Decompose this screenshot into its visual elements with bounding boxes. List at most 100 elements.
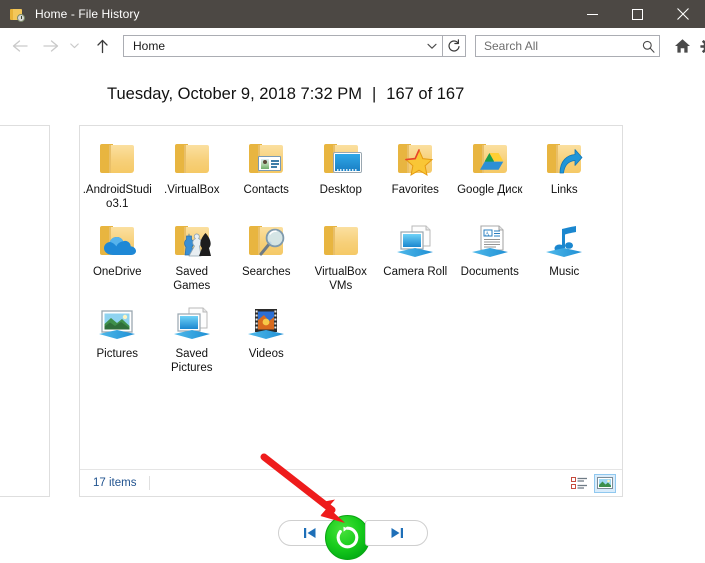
- folder-icon: [540, 138, 588, 180]
- list-item[interactable]: .VirtualBox: [155, 134, 230, 216]
- folder-icon: [466, 138, 514, 180]
- list-item[interactable]: Camera Roll: [378, 216, 453, 298]
- folder-icon: [93, 220, 141, 262]
- list-item-label: Contacts: [243, 184, 289, 196]
- address-chevron-down-icon[interactable]: [422, 43, 442, 50]
- next-icon: [391, 528, 403, 538]
- next-version-button[interactable]: [365, 520, 428, 546]
- version-header: Tuesday, October 9, 2018 7:32 PM | 167 of …: [107, 85, 464, 104]
- view-mode-buttons: [568, 473, 616, 493]
- list-item[interactable]: Favorites: [378, 134, 453, 216]
- folder-icon: [317, 138, 365, 180]
- restore-button[interactable]: [325, 515, 370, 560]
- list-item[interactable]: Saved Games: [155, 216, 230, 298]
- folder-icon: [93, 138, 141, 180]
- folder-history-icon: [9, 6, 25, 22]
- star-icon: [404, 148, 434, 177]
- version-datetime: Tuesday, October 9, 2018 7:32 PM: [107, 85, 362, 103]
- item-count-label: 17 items: [93, 477, 137, 489]
- forward-button[interactable]: [38, 34, 62, 58]
- status-divider: [149, 476, 151, 490]
- list-item-label: Favorites: [391, 184, 439, 196]
- cloud-icon: [104, 236, 137, 256]
- folder-icon: [242, 220, 290, 262]
- list-item-label: Videos: [248, 348, 284, 360]
- refresh-button[interactable]: [443, 35, 466, 57]
- list-item-label: Saved Games: [173, 266, 211, 292]
- folder-icon: [391, 138, 439, 180]
- search-input[interactable]: Search All: [475, 35, 660, 57]
- list-item[interactable]: Desktop: [304, 134, 379, 216]
- list-item-label: Pictures: [96, 348, 139, 360]
- library-photo-icon: [93, 302, 141, 344]
- maximize-button[interactable]: [615, 0, 660, 28]
- file-history-window: Home - File History Home Search All Tues…: [0, 0, 705, 563]
- folder-icon: [242, 138, 290, 180]
- monitor-icon: [333, 153, 361, 172]
- status-bar: 17 items: [80, 469, 622, 496]
- library-music-icon: [540, 220, 588, 262]
- library-document-icon: A: [466, 220, 514, 262]
- svg-text:A: A: [485, 231, 490, 237]
- folder-icon: [168, 220, 216, 262]
- arrow-icon: [556, 148, 583, 175]
- list-item[interactable]: .AndroidStudio3.1: [80, 134, 155, 216]
- list-item[interactable]: Google Диск: [453, 134, 528, 216]
- list-item[interactable]: Saved Pictures: [155, 298, 230, 380]
- list-item[interactable]: A Documents: [453, 216, 528, 298]
- window-title: Home - File History: [35, 7, 140, 21]
- list-item-label: Music: [549, 266, 580, 278]
- list-item-label: .AndroidStudio3.1: [82, 184, 152, 210]
- search-placeholder: Search All: [484, 39, 539, 53]
- recent-locations-chevron-down-icon[interactable]: [66, 34, 82, 58]
- chess-pieces-icon: [180, 225, 212, 257]
- library-video-icon: [242, 302, 290, 344]
- large-icons-view-button[interactable]: [594, 473, 616, 493]
- list-item[interactable]: Videos: [229, 298, 304, 380]
- version-navigation-controls: [278, 515, 428, 560]
- list-item-label: VirtualBox VMs: [314, 266, 367, 292]
- list-item[interactable]: Pictures: [80, 298, 155, 380]
- icon-grid: .AndroidStudio3.1 .VirtualBox Contacts D…: [80, 134, 624, 380]
- window-controls: [570, 0, 705, 28]
- library-picture-icon: [168, 302, 216, 344]
- folder-icon: [168, 138, 216, 180]
- home-icon[interactable]: [670, 34, 694, 58]
- google-drive-icon: [479, 152, 508, 176]
- list-item-label: OneDrive: [92, 266, 142, 278]
- title-bar: Home - File History: [0, 0, 705, 28]
- back-button[interactable]: [8, 34, 32, 58]
- library-picture-icon: [391, 220, 439, 262]
- search-icon[interactable]: [637, 40, 659, 53]
- folder-icon: [317, 220, 365, 262]
- minimize-button[interactable]: [570, 0, 615, 28]
- list-item-label: Camera Roll: [383, 266, 448, 278]
- list-item[interactable]: OneDrive: [80, 216, 155, 298]
- file-list-panel: .AndroidStudio3.1 .VirtualBox Contacts D…: [79, 125, 623, 497]
- magnifier-icon: [258, 228, 286, 256]
- list-item-label: Google Диск: [457, 184, 523, 196]
- list-item[interactable]: Contacts: [229, 134, 304, 216]
- header-separator: |: [371, 85, 377, 103]
- address-value: Home: [133, 39, 166, 53]
- list-item-label: Links: [550, 184, 578, 196]
- list-item-label: Desktop: [319, 184, 362, 196]
- list-item-label: Documents: [460, 266, 519, 278]
- gear-icon[interactable]: [696, 34, 705, 58]
- list-item[interactable]: Links: [527, 134, 602, 216]
- list-item[interactable]: Searches: [229, 216, 304, 298]
- up-button[interactable]: [90, 34, 114, 58]
- details-view-button[interactable]: [568, 474, 590, 493]
- restore-circular-arrow-icon: [336, 526, 359, 549]
- list-item[interactable]: VirtualBox VMs: [304, 216, 379, 298]
- address-bar[interactable]: Home: [123, 35, 443, 57]
- navigation-toolbar: Home Search All: [0, 28, 705, 64]
- close-button[interactable]: [660, 0, 705, 28]
- previous-icon: [303, 528, 315, 538]
- left-side-panel: [0, 125, 50, 497]
- list-item-label: Searches: [241, 266, 291, 278]
- list-item-label: .VirtualBox: [164, 184, 220, 196]
- contact-card-icon: [258, 156, 282, 171]
- list-item[interactable]: Music: [527, 216, 602, 298]
- version-position: 167 of 167: [386, 85, 465, 103]
